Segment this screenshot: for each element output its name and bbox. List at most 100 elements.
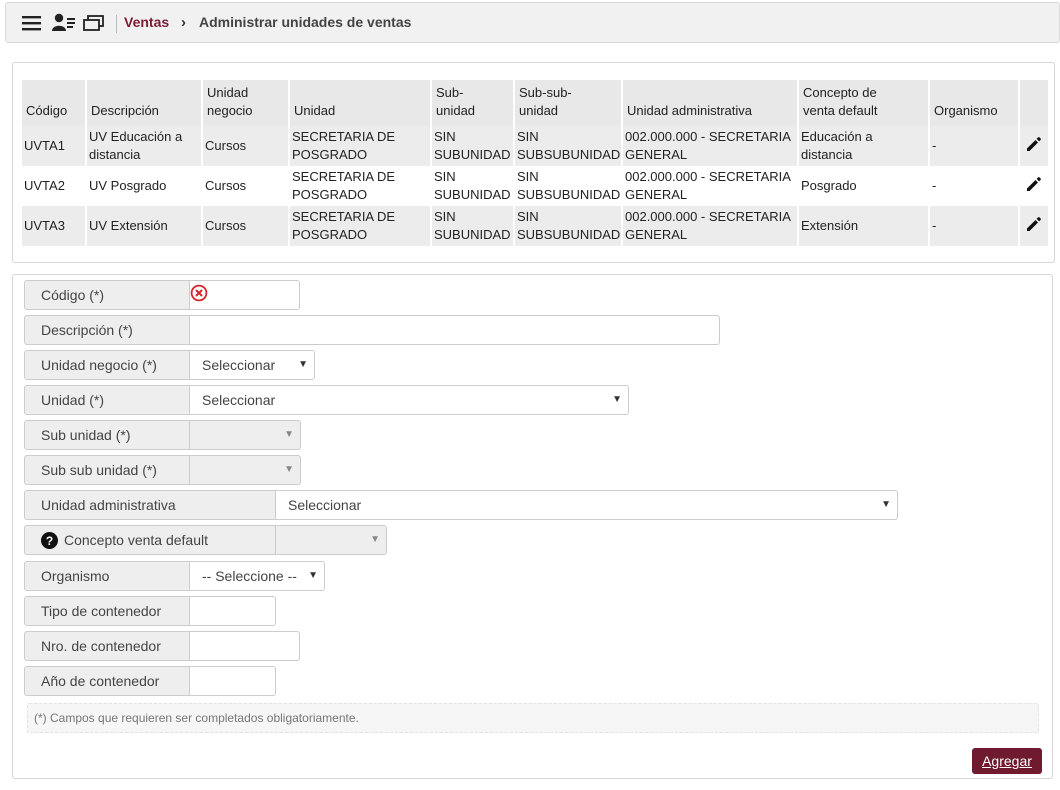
unidad-negocio-select[interactable]: Seleccionar ▼ [190, 350, 315, 380]
cell-unidad-administrativa: 002.000.000 - SECRETARIA GENERAL [623, 166, 797, 206]
table-row[interactable]: UVTA1 UV Educación a distancia Cursos SECRET… [22, 126, 1048, 166]
cell-codigo: UVTA2 [22, 166, 85, 206]
tipo-contenedor-row: Tipo de contenedor [24, 596, 276, 626]
cell-text: SUBSUBUNIDAD [517, 187, 621, 202]
cell-text: UV Extensión [89, 218, 168, 233]
descripcion-row: Descripción (*) [24, 315, 720, 345]
organismo-selected: -- Seleccione -- [202, 568, 297, 584]
user-list-icon[interactable] [52, 13, 76, 33]
cell-subsubunidad: SIN SUBSUBUNIDAD [515, 166, 621, 206]
cell-unidad-negocio: Cursos [203, 206, 288, 246]
organismo-row: Organismo -- Seleccione -- ▼ [24, 561, 325, 591]
nro-contenedor-input[interactable] [190, 631, 300, 661]
cell-text: UVTA3 [24, 218, 65, 233]
concepto-venta-row: ? Concepto venta default ▼ [24, 525, 387, 555]
organismo-label: Organismo [24, 561, 190, 591]
cell-concepto: Educación a distancia [799, 126, 928, 166]
tipo-contenedor-input[interactable] [190, 596, 276, 626]
anio-contenedor-label: Año de contenedor [24, 666, 190, 696]
cell-text: SECRETARIA DE [292, 129, 396, 144]
units-table-panel: Código Descripción Unidad negocio Unidad Sub-… [12, 62, 1055, 263]
anio-contenedor-input[interactable] [190, 666, 276, 696]
cell-unidad: SECRETARIA DE POSGRADO [290, 126, 430, 166]
chevron-down-icon: ▼ [308, 570, 318, 581]
cell-organismo: - [930, 126, 1018, 166]
windows-icon[interactable] [83, 13, 105, 33]
unidad-administrativa-select[interactable]: Seleccionar ▼ [276, 490, 898, 520]
nro-contenedor-row: Nro. de contenedor [24, 631, 300, 661]
col-concepto-venta-header: Concepto de venta default [799, 80, 928, 126]
cell-text: GENERAL [625, 147, 688, 162]
cell-text: SECRETARIA DE [292, 169, 396, 184]
question-circle-icon[interactable]: ? [41, 531, 58, 549]
column-header-text: unidad [436, 103, 476, 118]
unidad-negocio-row: Unidad negocio (*) Seleccionar ▼ [24, 350, 315, 380]
cell-text: UVTA1 [24, 138, 65, 153]
concepto-venta-select[interactable]: ▼ [276, 525, 387, 555]
cell-text: 002.000.000 - SECRETARIA [625, 209, 791, 224]
column-header-text: Concepto de [803, 85, 877, 100]
sub-sub-unidad-row: Sub sub unidad (*) ▼ [24, 455, 301, 485]
cell-unidad: SECRETARIA DE POSGRADO [290, 206, 430, 246]
cell-text: POSGRADO [292, 227, 368, 242]
breadcrumb-ventas[interactable]: Ventas [124, 14, 169, 30]
cell-subunidad: SIN SUBUNIDAD [432, 166, 513, 206]
table-row[interactable]: UVTA2 UV Posgrado Cursos SECRETARIA DE POSGR… [22, 166, 1048, 206]
units-table: Código Descripción Unidad negocio Unidad Sub-… [20, 80, 1050, 246]
unidad-select[interactable]: Seleccionar ▼ [190, 385, 629, 415]
sub-sub-unidad-select[interactable]: ▼ [190, 455, 301, 485]
cell-text: GENERAL [625, 227, 688, 242]
pencil-icon[interactable] [1025, 135, 1043, 153]
svg-text:?: ? [46, 534, 53, 548]
cell-text: SUBUNIDAD [434, 187, 511, 202]
col-organismo-header: Organismo [930, 80, 1018, 126]
menu-icon[interactable] [22, 13, 42, 33]
table-header-row: Código Descripción Unidad negocio Unidad Sub-… [22, 80, 1048, 126]
concepto-venta-label-text: Concepto venta default [64, 532, 208, 548]
cell-text: SIN [434, 209, 456, 224]
cell-text: 002.000.000 - SECRETARIA [625, 169, 791, 184]
cell-text: Posgrado [801, 178, 857, 193]
descripcion-input[interactable] [190, 315, 720, 345]
cell-text: Educación a [801, 129, 873, 144]
cell-text: SUBSUBUNIDAD [517, 227, 621, 242]
chevron-down-icon: ▼ [284, 429, 294, 440]
col-unidad-negocio-header: Unidad negocio [203, 80, 288, 126]
cell-text: POSGRADO [292, 147, 368, 162]
codigo-row: Código (*) [24, 280, 300, 310]
sub-sub-unidad-label: Sub sub unidad (*) [24, 455, 190, 485]
column-header-text: negocio [207, 103, 253, 118]
pencil-icon[interactable] [1025, 215, 1043, 233]
cell-text: POSGRADO [292, 187, 368, 202]
cell-organismo: - [930, 166, 1018, 206]
cell-subunidad: SIN SUBUNIDAD [432, 126, 513, 166]
unidad-administrativa-row: Unidad administrativa Seleccionar ▼ [24, 490, 898, 520]
unit-form-panel: Código (*) Descripción (*) Unidad negoci… [12, 274, 1053, 779]
column-header-text: Organismo [934, 103, 998, 118]
cell-text: SIN [434, 129, 456, 144]
top-bar: Ventas › Administrar unidades de ventas [5, 2, 1060, 43]
cell-subunidad: SIN SUBUNIDAD [432, 206, 513, 246]
chevron-down-icon: ▼ [284, 464, 294, 475]
unidad-label: Unidad (*) [24, 385, 190, 415]
cell-text: UV Posgrado [89, 178, 167, 193]
tipo-contenedor-label: Tipo de contenedor [24, 596, 190, 626]
cell-text: - [932, 218, 937, 233]
table-row[interactable]: UVTA3 UV Extensión Cursos SECRETARIA DE POSG… [22, 206, 1048, 246]
organismo-select[interactable]: -- Seleccione -- ▼ [190, 561, 325, 591]
error-icon [190, 284, 208, 302]
cell-concepto: Extensión [799, 206, 928, 246]
sub-unidad-select[interactable]: ▼ [190, 420, 301, 450]
table-body: UVTA1 UV Educación a distancia Cursos SECRET… [22, 126, 1048, 246]
codigo-label: Código (*) [24, 280, 190, 310]
unidad-administrativa-label: Unidad administrativa [24, 490, 276, 520]
agregar-button[interactable]: Agregar [972, 748, 1042, 774]
column-header-text: Descripción [91, 103, 159, 118]
codigo-input[interactable] [190, 280, 300, 310]
unidad-selected: Seleccionar [202, 392, 276, 408]
cell-text: SUBUNIDAD [434, 227, 511, 242]
col-sub-unidad-header: Sub-unidad [432, 80, 513, 126]
pencil-icon[interactable] [1025, 175, 1043, 193]
cell-text: distancia [801, 147, 853, 162]
cell-text: SIN [517, 129, 539, 144]
